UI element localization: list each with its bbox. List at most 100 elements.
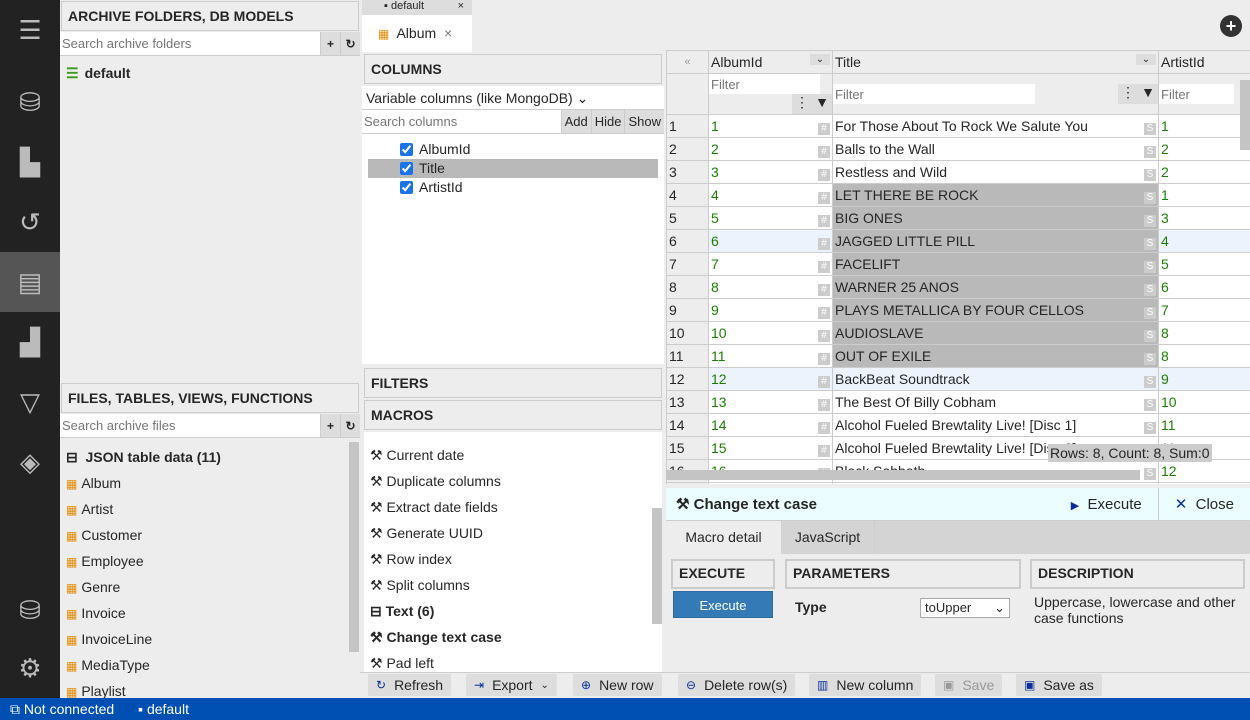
close-icon[interactable]: × [444,25,452,41]
cell-title[interactable]: S Restless and Wild [832,160,1159,184]
tab-javascript[interactable]: JavaScript [781,521,875,554]
macro-item[interactable]: ⚒ Generate UUID [364,520,662,546]
table-row[interactable]: 5 5 # S BIG ONES 3 [666,206,1250,230]
cell-albumid[interactable]: 15 # [708,436,833,460]
archive-search-input[interactable] [60,32,320,55]
show-button[interactable]: Show [624,110,664,133]
cell-albumid[interactable]: 9 # [708,298,833,322]
cell-albumid[interactable]: 14 # [708,413,833,437]
menu-icon[interactable]: ☰ [0,0,60,60]
collapse-columns-icon[interactable]: « [666,50,709,74]
table-row[interactable]: 14 14 # S Alcohol Fueled Brewtality Live! [D… [666,413,1250,437]
plugin-icon[interactable]: ▟ [0,312,60,372]
macro-item[interactable]: ⚒ Change text case [364,624,662,650]
new-column-button[interactable]: ▥ New column [809,674,922,696]
columns-search-input[interactable] [362,110,561,133]
status-archive[interactable]: default [147,701,189,717]
file-item[interactable]: ▦ Employee [60,548,360,574]
cell-artistid[interactable]: 10 [1158,390,1250,414]
cell-albumid[interactable]: 1 # [708,114,833,138]
table-row[interactable]: 2 2 # S Balls to the Wall 2 [666,137,1250,161]
close-button[interactable]: ✕ Close [1157,487,1250,521]
close-icon[interactable]: × [458,0,464,12]
column-filter-input[interactable] [1159,84,1234,104]
files-search-input[interactable] [60,414,320,437]
cell-albumid[interactable]: 12 # [708,367,833,391]
table-row[interactable]: 8 8 # S WARNER 25 ANOS 6 [666,275,1250,299]
cell-albumid[interactable]: 10 # [708,321,833,345]
cell-albumid[interactable]: 11 # [708,344,833,368]
file-item[interactable]: ▦ Invoice [60,600,360,626]
macros-title[interactable]: MACROS [364,400,662,430]
cell-albumid[interactable]: 13 # [708,390,833,414]
hide-button[interactable]: Hide [590,110,625,133]
table-row[interactable]: 11 11 # S OUT OF EXILE 8 [666,344,1250,368]
cell-title[interactable]: S FACELIFT [832,252,1159,276]
macro-item[interactable]: ⚒ Current date [364,442,662,468]
cell-title[interactable]: S BackBeat Soundtrack [832,367,1159,391]
table-row[interactable]: 9 9 # S PLAYS METALLICA BY FOUR CELLOS 7 [666,298,1250,322]
more-icon[interactable]: ⋮ [1118,84,1138,104]
menu-icon[interactable]: ▼ [1138,84,1158,104]
table-row[interactable]: 6 6 # S JAGGED LITTLE PILL 4 [666,229,1250,253]
delete-rows-button[interactable]: ⊖ Delete row(s) [678,674,796,696]
table-row[interactable]: 10 10 # S AUDIOSLAVE 8 [666,321,1250,345]
cell-title[interactable]: S BIG ONES [832,206,1159,230]
macro-item[interactable]: ⚒ Split columns [364,572,662,598]
macro-item[interactable]: ⚒ Extract date fields [364,494,662,520]
cell-artistid[interactable]: 1 [1158,183,1250,207]
cell-artistid[interactable]: 9 [1158,367,1250,391]
cell-albumid[interactable]: 2 # [708,137,833,161]
column-header[interactable]: ArtistId [1158,50,1250,74]
cell-artistid[interactable]: 1 [1158,114,1250,138]
refresh-button[interactable]: ↻ Refresh [368,674,452,696]
column-header[interactable]: AlbumId ⌄ [708,50,833,74]
tab-default[interactable]: ▪ default × [362,0,472,15]
cell-title[interactable]: S PLAYS METALLICA BY FOUR CELLOS [832,298,1159,322]
scrollbar[interactable] [652,508,662,624]
cell-albumid[interactable]: 7 # [708,252,833,276]
cell-albumid[interactable]: 4 # [708,183,833,207]
chevron-down-icon[interactable]: ⌄ [810,54,830,65]
database-eye-icon[interactable]: ⛁ [0,580,60,640]
group-json-table-data[interactable]: ⊟ JSON table data (11) [60,444,360,470]
save-as-button[interactable]: ▣ Save as [1016,674,1102,696]
cell-title[interactable]: S OUT OF EXILE [832,344,1159,368]
settings-icon[interactable]: ⚙ [0,638,60,698]
export-button[interactable]: ⇥ Export ⌄ [466,674,557,696]
column-checkbox[interactable] [400,181,413,194]
cell-albumid[interactable]: 8 # [708,275,833,299]
cell-artistid[interactable]: 8 [1158,321,1250,345]
column-item[interactable]: ArtistId [368,178,658,197]
filter-icon[interactable]: ▽ [0,372,60,432]
macro-item[interactable]: ⊟ Text (6) [364,598,662,624]
column-checkbox[interactable] [400,162,413,175]
file-item[interactable]: ▦ Customer [60,522,360,548]
more-icon[interactable]: ⋮ [792,94,812,114]
cell-artistid[interactable]: 4 [1158,229,1250,253]
cell-title[interactable]: S The Best Of Billy Cobham [832,390,1159,414]
cell-artistid[interactable]: 12 [1158,482,1250,484]
cell-title[interactable]: S Balls to the Wall [832,137,1159,161]
cell-artistid[interactable]: 5 [1158,252,1250,276]
cell-artistid[interactable]: 2 [1158,160,1250,184]
cell-albumid[interactable]: 6 # [708,229,833,253]
cell-artistid[interactable]: 6 [1158,275,1250,299]
add-button[interactable]: + [320,414,340,437]
file-item[interactable]: ▦ InvoiceLine [60,626,360,652]
cell-title[interactable]: S LET THERE BE ROCK [832,183,1159,207]
database-icon[interactable]: ⛁ [0,72,60,132]
cell-title[interactable]: S JAGGED LITTLE PILL [832,229,1159,253]
column-item[interactable]: Title [368,159,658,178]
cell-albumid[interactable]: 3 # [708,160,833,184]
cell-title[interactable]: S AUDIOSLAVE [832,321,1159,345]
cell-albumid[interactable]: 17# [708,482,833,484]
history-icon[interactable]: ↺ [0,192,60,252]
column-item[interactable]: AlbumId [368,140,658,159]
file-item[interactable]: ▦ Genre [60,574,360,600]
menu-icon[interactable]: ▼ [812,94,832,114]
tab-macro-detail[interactable]: Macro detail [666,521,781,554]
tab-album[interactable]: ▦ Album × [362,15,472,52]
folder-default[interactable]: ☰ default [60,60,360,86]
layers-icon[interactable]: ◈ [0,432,60,492]
